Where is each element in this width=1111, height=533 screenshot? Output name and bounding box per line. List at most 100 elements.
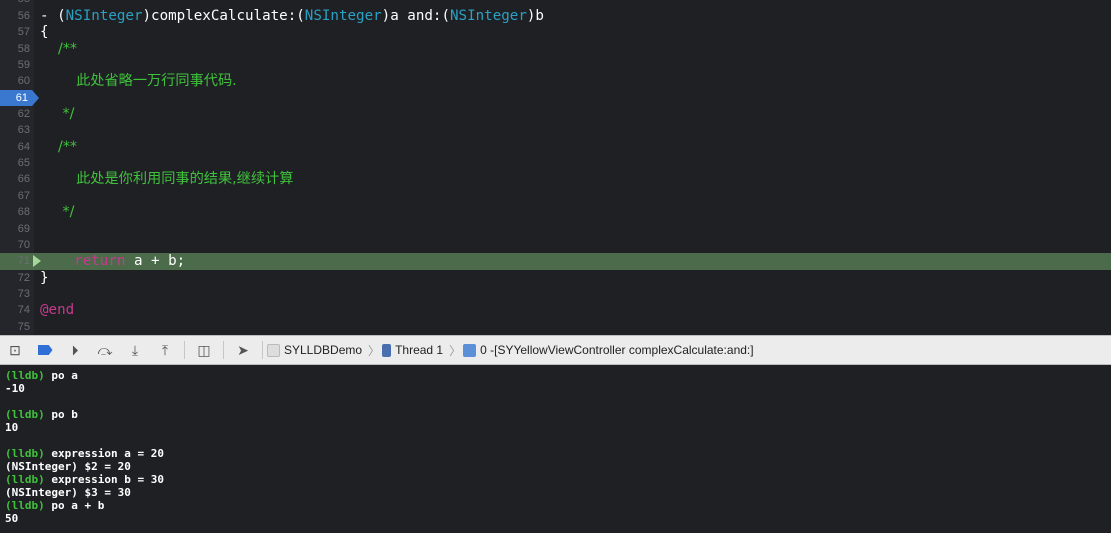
code-token: @end — [40, 302, 75, 319]
code-editor[interactable]: 5556- (NSInteger)complexCalculate:(NSInt… — [0, 0, 1111, 335]
breadcrumb-thread[interactable]: Thread 1 — [382, 343, 443, 357]
code-token: )a and:( — [381, 7, 451, 24]
code-token: NSInteger — [450, 7, 527, 24]
thread-icon — [382, 343, 392, 357]
code-token: NSInteger — [304, 7, 382, 24]
code-line[interactable]: 66 此处是你利用同事的结果,继续计算 — [0, 171, 1111, 187]
line-number: 60 — [17, 75, 30, 88]
frame-icon — [463, 343, 477, 357]
console-text: 10 — [5, 421, 19, 434]
line-number: 64 — [17, 140, 30, 153]
code-line[interactable]: 55 — [0, 0, 1111, 8]
code-token: - ( — [40, 7, 66, 24]
line-number: 71 — [17, 255, 30, 268]
code-token: )b — [526, 7, 544, 24]
step-over-icon[interactable]: ⤼ — [90, 342, 120, 359]
breakpoint-marker[interactable]: 61 — [0, 89, 39, 107]
code-text: 此处省略一万行同事代码. — [40, 73, 237, 89]
code-line[interactable]: 67 — [0, 188, 1111, 204]
console-line: (lldb) po a — [5, 369, 1106, 382]
code-line[interactable]: 57 { — [0, 24, 1111, 40]
debug-bar: ⊡ ⏵ ⤼ ⤓ ⤒ ◫ ➤ SYLLDBDemo 〉 Thread 1 〉 0 … — [0, 335, 1111, 365]
code-line[interactable]: 65 — [0, 155, 1111, 171]
code-text: { — [40, 24, 49, 40]
code-text: } — [40, 270, 49, 286]
divider — [262, 341, 263, 359]
code-text: - (NSInteger)complexCalculate:(NSInteger… — [40, 8, 544, 24]
code-token: */ — [40, 105, 75, 122]
code-text: */ — [40, 105, 75, 122]
code-text: @end — [40, 302, 74, 318]
code-line[interactable]: 70 — [0, 237, 1111, 253]
console-line: (lldb) po b — [5, 408, 1106, 421]
line-number: 72 — [17, 271, 30, 284]
chevron-right-icon: 〉 — [368, 343, 381, 358]
code-token: /** — [40, 40, 78, 57]
view-hierarchy-icon[interactable]: ◫ — [189, 342, 219, 359]
line-number: 66 — [17, 173, 30, 186]
code-token: { — [40, 24, 49, 41]
line-number: 56 — [17, 9, 30, 22]
console-text: po b — [44, 408, 78, 421]
console-line: (NSInteger) $3 = 30 — [5, 486, 1106, 499]
lldb-console[interactable]: (lldb) po a -10 (lldb) po b 10 (lldb) expres… — [0, 365, 1111, 533]
line-number: 63 — [17, 124, 30, 137]
line-number: 58 — [17, 42, 30, 55]
console-text: (NSInteger) $2 = 20 — [5, 460, 131, 473]
code-line[interactable]: 64 /** — [0, 139, 1111, 155]
code-line[interactable]: 73 — [0, 286, 1111, 302]
line-number: 55 — [0, 0, 30, 8]
console-text: (NSInteger) $3 = 30 — [5, 486, 131, 499]
code-token: */ — [40, 204, 75, 221]
console-text: expression b = 30 — [44, 473, 164, 486]
line-number: 68 — [17, 206, 30, 219]
code-line[interactable]: 72} — [0, 270, 1111, 286]
code-line[interactable]: 59 — [0, 57, 1111, 73]
code-line[interactable]: 75 — [0, 319, 1111, 335]
code-text: /** — [40, 139, 77, 155]
step-into-icon[interactable]: ⤓ — [120, 342, 150, 359]
code-line[interactable]: 69 — [0, 221, 1111, 237]
console-text: -10 — [5, 382, 25, 395]
lldb-prompt: (lldb) — [5, 447, 45, 460]
console-line: (lldb) expression b = 30 — [5, 473, 1106, 486]
code-line[interactable]: 61 — [0, 89, 1111, 107]
chevron-right-icon: 〉 — [449, 343, 462, 358]
lldb-prompt: (lldb) — [5, 473, 45, 486]
code-text: 此处是你利用同事的结果,继续计算 — [40, 171, 293, 187]
code-token: NSInteger — [65, 7, 143, 24]
breadcrumb-app-label: SYLLDBDemo — [284, 343, 363, 357]
hide-debug-area-icon[interactable]: ⊡ — [0, 342, 30, 359]
console-text: po a — [44, 369, 78, 382]
code-token: )complexCalculate:( — [142, 7, 305, 24]
app-icon — [267, 343, 280, 357]
code-line[interactable]: 68 */ — [0, 204, 1111, 220]
lldb-prompt: (lldb) — [5, 369, 45, 382]
breadcrumb-frame-label: 0 -[SYYellowViewController complexCalcul… — [480, 343, 754, 357]
console-line: 50 — [5, 512, 1106, 525]
lldb-prompt: (lldb) — [5, 408, 45, 421]
step-out-icon[interactable]: ⤒ — [150, 342, 180, 359]
breadcrumb-frame[interactable]: 0 -[SYYellowViewController complexCalcul… — [463, 343, 754, 357]
code-token: /** — [40, 138, 78, 155]
code-line[interactable]: 74 @end — [0, 302, 1111, 318]
simulate-location-icon[interactable]: ➤ — [228, 342, 258, 359]
code-text: /** — [40, 41, 77, 57]
line-number: 65 — [17, 157, 30, 170]
breakpoints-toggle-icon[interactable] — [30, 342, 60, 358]
line-number: 74 — [17, 304, 30, 317]
continue-icon[interactable]: ⏵ — [60, 342, 90, 359]
console-line: (NSInteger) $2 = 20 — [5, 460, 1106, 473]
console-text: 50 — [5, 512, 19, 525]
current-line[interactable]: 71 return a + b; — [0, 253, 1111, 270]
breadcrumb-app[interactable]: SYLLDBDemo — [267, 343, 362, 357]
console-text: expression a = 20 — [44, 447, 164, 460]
code-line[interactable]: 63 — [0, 122, 1111, 138]
code-line[interactable]: 58 /** — [0, 41, 1111, 57]
code-line[interactable]: 62 */ — [0, 106, 1111, 122]
line-number: 62 — [17, 107, 30, 120]
code-line[interactable]: 56- (NSInteger)complexCalculate:(NSInteg… — [0, 8, 1111, 24]
code-line[interactable]: 60 此处省略一万行同事代码. — [0, 73, 1111, 89]
